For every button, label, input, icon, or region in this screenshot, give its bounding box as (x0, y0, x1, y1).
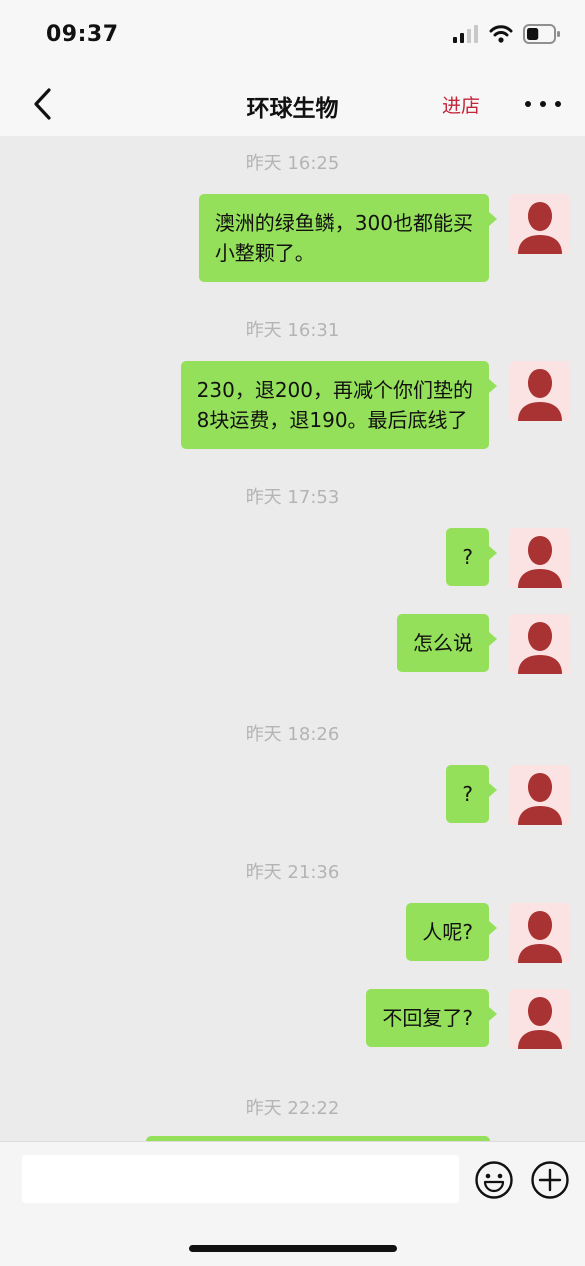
message-line: 不回复了? (382, 1006, 473, 1030)
avatar[interactable] (510, 614, 570, 674)
message-line: 怎么说 (413, 631, 473, 655)
message-bubble[interactable]: 人呢? (406, 903, 497, 961)
signal-icon (453, 25, 478, 43)
more-icon-dot (525, 101, 531, 107)
chevron-left-icon (34, 88, 51, 120)
more-icon-dot (555, 101, 561, 107)
store-button[interactable]: 进店 (442, 91, 480, 118)
message-row: 230，退200，再减个你们垫的 8块运费，退190。最后底线了 (0, 361, 585, 449)
timestamp: 昨天 16:31 (245, 320, 340, 341)
avatar-person-icon (518, 773, 562, 825)
plus-icon[interactable] (530, 1160, 570, 1200)
avatar[interactable] (510, 989, 570, 1049)
timestamp: 昨天 21:36 (245, 862, 340, 883)
message-row: 人呢? (0, 903, 585, 963)
message-bubble[interactable]: 230，退200，再减个你们垫的 8块运费，退190。最后底线了 (180, 361, 498, 449)
message-row: ? (0, 765, 585, 825)
message-row: ? (0, 528, 585, 588)
battery-icon (523, 24, 560, 44)
message-line: 小整颗了。 (214, 241, 315, 265)
chat-area[interactable]: 昨天 16:25 澳洲的绿鱼鳞，300也都能买 小整颗了。 昨天 16:31 2… (0, 136, 585, 1141)
message-row: 怎么说 (0, 614, 585, 674)
timestamp: 昨天 18:26 (245, 724, 340, 745)
message-line: 8块运费，退190。最后底线了 (196, 408, 468, 432)
avatar[interactable] (510, 194, 570, 254)
avatar-person-icon (518, 202, 562, 254)
message-bubble[interactable]: ? (446, 528, 497, 586)
avatar[interactable] (510, 528, 570, 588)
avatar[interactable] (510, 903, 570, 963)
message-bubble[interactable]: 澳洲的绿鱼鳞，300也都能买 小整颗了。 (198, 194, 498, 282)
avatar-person-icon (518, 536, 562, 588)
timestamp: 昨天 17:53 (245, 487, 340, 508)
message-bubble[interactable]: 不回复了? (366, 989, 497, 1047)
avatar[interactable] (510, 765, 570, 825)
avatar[interactable] (510, 361, 570, 421)
message-line: 230，退200，再减个你们垫的 (196, 378, 473, 402)
message-line: 澳洲的绿鱼鳞，300也都能买 (214, 211, 473, 235)
more-button[interactable] (525, 92, 561, 116)
message-bubble[interactable]: 怎么说 (397, 614, 497, 672)
back-button[interactable] (28, 86, 58, 122)
message-row: 不回复了? (0, 989, 585, 1049)
message-input[interactable] (22, 1155, 459, 1203)
nav-bar: 环球生物 进店 (0, 72, 585, 136)
avatar-person-icon (518, 997, 562, 1049)
wifi-icon (489, 25, 513, 43)
message-line: ? (462, 782, 473, 806)
message-bubble[interactable]: ? (446, 765, 497, 823)
message-line: 人呢? (422, 920, 473, 944)
more-icon-dot (540, 101, 546, 107)
status-time: 09:37 (46, 22, 119, 47)
message-row: 澳洲的绿鱼鳞，300也都能买 小整颗了。 (0, 194, 585, 282)
status-bar: 09:37 (0, 0, 585, 72)
page-title: 环球生物 (246, 96, 339, 122)
message-line: ? (462, 545, 473, 569)
avatar-person-icon (518, 622, 562, 674)
avatar-person-icon (518, 369, 562, 421)
home-indicator (189, 1245, 397, 1252)
emoji-icon[interactable] (474, 1160, 514, 1200)
avatar-person-icon (518, 911, 562, 963)
timestamp: 昨天 22:22 (245, 1098, 340, 1119)
chat-screen: 09:37 环球生物 进店 昨天 16:25 澳洲的绿鱼鳞，300也都能买 小整… (0, 0, 585, 1266)
timestamp: 昨天 16:25 (245, 153, 340, 174)
status-icons (453, 24, 561, 44)
